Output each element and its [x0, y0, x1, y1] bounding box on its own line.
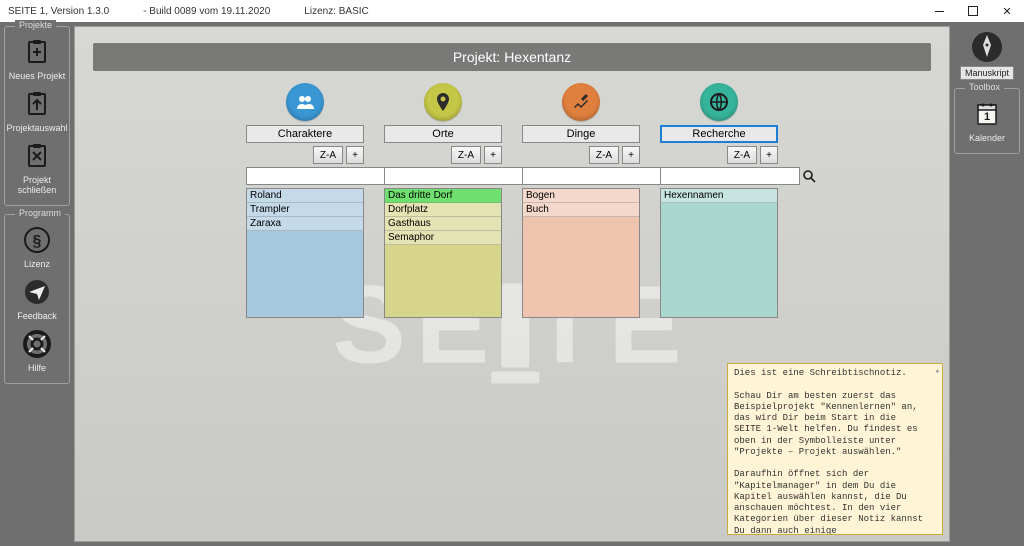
category-card: Orte Z-A+ Das dritte DorfDorfplatzGasthaus… — [384, 83, 502, 318]
category-cards-row: CharaktereZ-A+RolandTramplerZaraxaOrteZ-… — [75, 83, 949, 318]
main-stage: SE TE Projekt: Hexentanz CharaktereZ-A+R… — [74, 26, 950, 542]
window-maximize-button[interactable] — [956, 0, 990, 22]
window-titlebar: SEITE 1, Version 1.3.0 - Build 0089 vom … — [0, 0, 1024, 22]
sort-button[interactable]: Z-A — [313, 146, 343, 164]
list-item[interactable]: Hexennamen — [661, 189, 777, 203]
app-frame: Projekte Neues Projekt Projektauswahl Pr… — [0, 22, 1024, 546]
category-title[interactable]: Orte — [384, 125, 502, 143]
new-project-label: Neues Projekt — [9, 71, 66, 81]
close-project-label: Projekt schließen — [8, 175, 66, 195]
category-badge-icon — [562, 83, 600, 121]
clipboard-x-icon — [20, 139, 54, 173]
window-close-button[interactable] — [990, 0, 1024, 22]
title-build: - Build 0089 vom 19.11.2020 — [135, 6, 270, 17]
add-button[interactable]: + — [760, 146, 778, 164]
group-label-toolbox: Toolbox — [965, 82, 1004, 92]
sort-button[interactable]: Z-A — [727, 146, 757, 164]
project-select-button[interactable]: Projektauswahl — [8, 87, 66, 133]
pen-nib-icon — [970, 30, 1004, 64]
search-input[interactable] — [660, 167, 800, 185]
category-title[interactable]: Recherche — [660, 125, 778, 143]
list-item[interactable]: Trampler — [247, 203, 363, 217]
list-item[interactable]: Zaraxa — [247, 217, 363, 231]
feedback-label: Feedback — [17, 311, 57, 321]
sidebar-left: Projekte Neues Projekt Projektauswahl Pr… — [4, 26, 70, 542]
item-list: BogenBuch — [522, 188, 640, 318]
category-card: Dinge Z-A+ BogenBuch — [522, 83, 640, 318]
search-input[interactable] — [522, 167, 662, 185]
svg-text:1: 1 — [984, 111, 990, 123]
project-title-bar: Projekt: Hexentanz — [93, 43, 931, 71]
license-label: Lizenz — [24, 259, 50, 269]
help-label: Hilfe — [28, 363, 46, 373]
list-item[interactable]: Dorfplatz — [385, 203, 501, 217]
close-project-button[interactable]: Projekt schließen — [8, 139, 66, 195]
title-main: SEITE 1, Version 1.3.0 — [0, 6, 109, 17]
project-select-label: Projektauswahl — [6, 123, 67, 133]
calendar-button[interactable]: 1 Kalender — [958, 97, 1016, 143]
paragraph-icon: § — [20, 223, 54, 257]
list-item[interactable]: Semaphor — [385, 231, 501, 245]
category-badge-icon — [286, 83, 324, 121]
calendar-icon: 1 — [970, 97, 1004, 131]
sidebar-group-projects: Projekte Neues Projekt Projektauswahl Pr… — [4, 26, 70, 206]
item-list: RolandTramplerZaraxa — [246, 188, 364, 318]
search-icon[interactable] — [802, 167, 816, 185]
window-minimize-button[interactable] — [922, 0, 956, 22]
category-badge-icon — [700, 83, 738, 121]
manuscript-label: Manuskript — [960, 66, 1014, 80]
item-list: Hexennamen — [660, 188, 778, 318]
desk-note[interactable]: ▴ Dies ist eine Schreibtischnotiz. Schau… — [727, 363, 943, 535]
group-label-program: Programm — [15, 208, 65, 218]
lifebuoy-icon — [20, 327, 54, 361]
search-input[interactable] — [246, 167, 386, 185]
add-button[interactable]: + — [622, 146, 640, 164]
calendar-label: Kalender — [969, 133, 1005, 143]
list-item[interactable]: Roland — [247, 189, 363, 203]
clipboard-arrow-up-icon — [20, 87, 54, 121]
sort-button[interactable]: Z-A — [589, 146, 619, 164]
item-list: Das dritte DorfDorfplatzGasthausSemaphor — [384, 188, 502, 318]
category-title[interactable]: Charaktere — [246, 125, 364, 143]
list-item[interactable]: Gasthaus — [385, 217, 501, 231]
category-title[interactable]: Dinge — [522, 125, 640, 143]
note-scroll-indicator[interactable]: ▴ — [935, 366, 940, 377]
sidebar-right: Manuskript Toolbox 1 Kalender — [954, 26, 1020, 542]
sort-button[interactable]: Z-A — [451, 146, 481, 164]
manuscript-button[interactable]: Manuskript — [954, 30, 1020, 80]
desk-note-text: Dies ist eine Schreibtischnotiz. Schau D… — [734, 368, 928, 535]
title-license: Lizenz: BASIC — [296, 6, 368, 17]
paper-plane-icon — [20, 275, 54, 309]
group-label-projects: Projekte — [15, 20, 56, 30]
category-card: Recherche Z-A+ Hexennamen — [660, 83, 778, 318]
list-item[interactable]: Bogen — [523, 189, 639, 203]
list-item[interactable]: Das dritte Dorf — [385, 189, 501, 203]
category-badge-icon — [424, 83, 462, 121]
license-button[interactable]: § Lizenz — [8, 223, 66, 269]
help-button[interactable]: Hilfe — [8, 327, 66, 373]
list-item[interactable]: Buch — [523, 203, 639, 217]
svg-text:§: § — [33, 233, 42, 250]
sidebar-group-toolbox: Toolbox 1 Kalender — [954, 88, 1020, 154]
add-button[interactable]: + — [484, 146, 502, 164]
clipboard-plus-icon — [20, 35, 54, 69]
category-card: Charaktere Z-A+ RolandTramplerZaraxa — [246, 83, 364, 318]
add-button[interactable]: + — [346, 146, 364, 164]
new-project-button[interactable]: Neues Projekt — [8, 35, 66, 81]
feedback-button[interactable]: Feedback — [8, 275, 66, 321]
search-input[interactable] — [384, 167, 524, 185]
sidebar-group-program: Programm § Lizenz Feedback Hilfe — [4, 214, 70, 384]
project-title: Projekt: Hexentanz — [453, 49, 571, 65]
